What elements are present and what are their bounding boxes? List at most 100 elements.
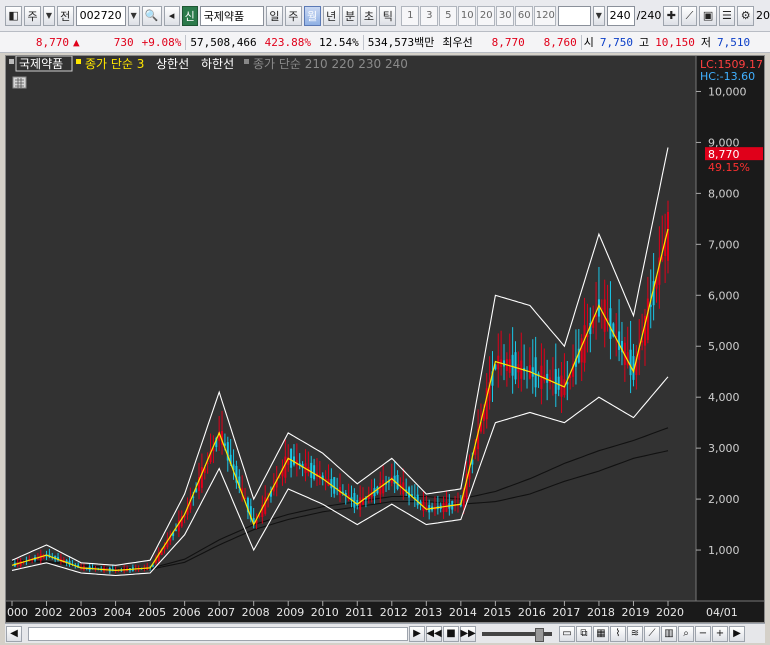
turnover: 12.54% bbox=[318, 35, 359, 49]
open-price: 7,750 bbox=[599, 35, 633, 49]
x-axis-tick-label: 2020 bbox=[656, 606, 684, 619]
legend-ma-group[interactable]: 종가 단순 210 220 230 240 bbox=[253, 57, 408, 71]
y-axis-tick-label: 3,000 bbox=[708, 442, 740, 455]
y-axis-tick-label: 4,000 bbox=[708, 391, 740, 404]
candle-body bbox=[629, 349, 632, 376]
interval-button[interactable]: 10 bbox=[458, 5, 477, 26]
stock-code-input[interactable]: 002720 bbox=[75, 5, 126, 26]
legend-square-icon bbox=[244, 59, 249, 64]
interval-button[interactable]: 60 bbox=[515, 5, 534, 26]
period-tick-button[interactable]: 틱 bbox=[379, 5, 397, 26]
x-axis-tick-label: 2016 bbox=[518, 606, 546, 619]
candle-body bbox=[646, 298, 649, 340]
legend-upper-band[interactable]: 상한선 bbox=[156, 57, 189, 71]
search-icon[interactable]: 🔍 bbox=[141, 5, 162, 26]
fast-forward-icon[interactable]: ▶▶ bbox=[460, 625, 476, 642]
x-axis-tick-label: 2005 bbox=[138, 606, 166, 619]
copy-icon[interactable]: ⧉ bbox=[576, 625, 592, 642]
legend-square-icon bbox=[9, 59, 14, 64]
x-axis-tick-label: 2003 bbox=[69, 606, 97, 619]
chart-canvas[interactable]: 10,0009,0008,0007,0006,0005,0004,0003,00… bbox=[0, 55, 764, 622]
count-input[interactable]: 240 bbox=[606, 5, 635, 26]
stop-icon[interactable]: ■ bbox=[443, 625, 459, 642]
x-axis-tick-label: 2018 bbox=[587, 606, 615, 619]
chart-menu-icon[interactable]: ◧ bbox=[5, 5, 23, 26]
chart-scroll-bar: ◀ ▶ ◀◀ ■ ▶▶ ▭ ⧉ ▦ ⌇ ≋ ⟋ ▥ ⌕ − + ▶ bbox=[5, 623, 765, 643]
interval-custom-input[interactable] bbox=[558, 5, 591, 26]
pattern-icon[interactable]: ≋ bbox=[627, 625, 643, 642]
interval-button[interactable]: 120 bbox=[534, 5, 557, 26]
interval-button[interactable]: 3 bbox=[420, 5, 439, 26]
legend-stock-name: 국제약품 bbox=[19, 56, 63, 71]
x-axis-tick-label: 2012 bbox=[380, 606, 408, 619]
scroll-track[interactable] bbox=[28, 626, 408, 641]
trend-icon[interactable]: ⟋ bbox=[644, 625, 660, 642]
candle-body bbox=[200, 467, 203, 488]
layout-icon[interactable]: ▭ bbox=[559, 625, 575, 642]
plot-area[interactable] bbox=[6, 56, 696, 601]
current-price-tag-value: 8,770 bbox=[708, 148, 740, 161]
candle-body bbox=[264, 497, 267, 514]
zoom-slider[interactable] bbox=[482, 627, 552, 642]
list-icon[interactable]: ☰ bbox=[718, 5, 736, 26]
period-day-button[interactable]: 일 bbox=[265, 5, 283, 26]
legend-lower-band[interactable]: 하한선 bbox=[201, 57, 234, 71]
current-price-tag-pct: 49.15% bbox=[708, 161, 750, 174]
price-change-pct: +9.08% bbox=[141, 35, 182, 49]
crosshair-icon[interactable]: ✚ bbox=[663, 5, 680, 26]
speaker-icon[interactable]: ◂ bbox=[163, 5, 180, 26]
draw-icon[interactable]: ⌇ bbox=[610, 625, 626, 642]
interval-button[interactable]: 5 bbox=[439, 5, 458, 26]
high-label: 고 bbox=[638, 36, 650, 49]
candle-body bbox=[359, 497, 362, 510]
period-year-button[interactable]: 년 bbox=[322, 5, 340, 26]
candle-body bbox=[382, 479, 385, 494]
x-axis-tick-label: 2008 bbox=[242, 606, 270, 619]
chart-type-icon[interactable]: ▥ bbox=[661, 625, 677, 642]
price-chart[interactable]: 10,000 9,000 8,000 7,000 6,000 5,000 4,000 3,00… bbox=[0, 55, 765, 623]
stock-name-field: 국제약품 bbox=[199, 5, 264, 26]
scroll-left-icon[interactable]: ◀ bbox=[6, 625, 22, 642]
rewind-icon[interactable]: ◀◀ bbox=[426, 625, 442, 642]
scroll-right-icon[interactable]: ▶ bbox=[729, 625, 745, 642]
zoom-in-icon[interactable]: + bbox=[712, 625, 728, 642]
period-unit-select[interactable]: 주 bbox=[24, 5, 42, 26]
period-second-button[interactable]: 초 bbox=[360, 5, 378, 26]
prev-button[interactable]: 전 bbox=[56, 5, 74, 26]
hc-label: HC:-13.60 bbox=[700, 70, 755, 83]
priority-label: 최우선 bbox=[442, 36, 473, 49]
candle-body bbox=[546, 373, 549, 383]
candle-body bbox=[511, 354, 514, 376]
high-price: 10,150 bbox=[655, 35, 695, 49]
period-week-button[interactable]: 주 bbox=[284, 5, 302, 26]
x-axis-tick-label: 2000 bbox=[6, 606, 28, 619]
period-month-button[interactable]: 월 bbox=[303, 5, 321, 26]
y-axis-tick-label: 2,000 bbox=[708, 493, 740, 506]
candle-body bbox=[554, 369, 557, 394]
candle-body bbox=[310, 462, 313, 478]
interval-button[interactable]: 20 bbox=[477, 5, 496, 26]
up-arrow-icon: ▲ bbox=[73, 35, 80, 49]
top-toolbar: ◧ 주 ▼ 전 002720 ▼ 🔍 ◂ 신 국제약품 일 주 월 년 분 초 … bbox=[0, 0, 770, 32]
candle-body bbox=[292, 456, 295, 465]
candle-body bbox=[534, 357, 537, 388]
candle-body bbox=[379, 482, 382, 495]
legend-close-series[interactable]: 종가 단순 3 bbox=[85, 57, 144, 71]
zoom-icon[interactable]: ⌕ bbox=[678, 625, 694, 642]
save-icon[interactable]: ▣ bbox=[699, 5, 717, 26]
count-total: /240 bbox=[636, 9, 662, 22]
grid-icon[interactable]: ▦ bbox=[593, 625, 609, 642]
zoom-slider-thumb[interactable] bbox=[535, 627, 544, 642]
interval-button[interactable]: 1 bbox=[401, 5, 420, 26]
gear-icon[interactable]: ⚙ bbox=[737, 5, 754, 26]
interval-button[interactable]: 30 bbox=[496, 5, 515, 26]
play-icon[interactable]: ▶ bbox=[409, 625, 425, 642]
period-minute-button[interactable]: 분 bbox=[341, 5, 359, 26]
chevron-down-icon[interactable]: ▼ bbox=[592, 5, 605, 26]
candle-body bbox=[531, 367, 534, 377]
chevron-down-icon[interactable]: ▼ bbox=[127, 5, 140, 26]
chevron-down-icon[interactable]: ▼ bbox=[43, 5, 55, 26]
zoom-out-icon[interactable]: − bbox=[695, 625, 711, 642]
line-tool-icon[interactable]: ⟋ bbox=[681, 5, 698, 26]
candle-body bbox=[557, 376, 560, 390]
